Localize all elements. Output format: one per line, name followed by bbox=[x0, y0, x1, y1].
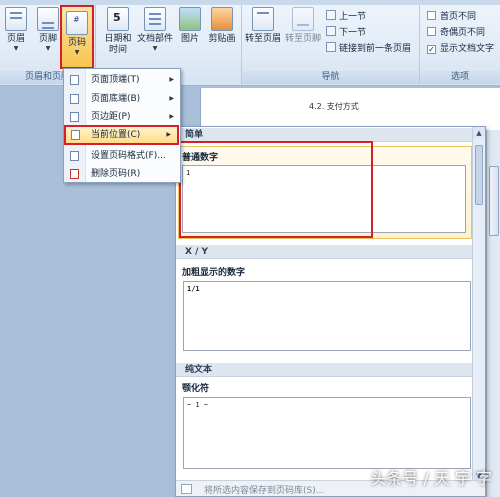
preview-text: ~ 1 ~ bbox=[187, 401, 209, 409]
menu-item-remove-page-numbers[interactable]: 删除页码(R) bbox=[65, 165, 180, 183]
date-time-label-1: 日期和 bbox=[104, 34, 132, 44]
submenu-arrow-icon: ▶ bbox=[166, 131, 171, 138]
page-number-button-label: 页码 bbox=[67, 38, 86, 48]
menu-item-page-margins[interactable]: 页边距(P) ▶ bbox=[65, 108, 180, 126]
goto-footer-icon bbox=[292, 7, 314, 31]
header-button[interactable]: 页眉 ▼ bbox=[0, 7, 32, 67]
group-options: 首页不同 奇偶页不同 ✓ 显示文档文字 选项 bbox=[420, 5, 500, 85]
category-xy: X / Y bbox=[176, 245, 485, 259]
date-time-button[interactable]: 5 日期和 时间 bbox=[100, 7, 136, 67]
odd-even-diff-checkbox[interactable]: 奇偶页不同 bbox=[427, 26, 485, 40]
gallery-item-title: 颚化符 bbox=[182, 384, 210, 394]
gallery-item-title: 加粗显示的数字 bbox=[182, 268, 246, 278]
checkbox-box bbox=[427, 11, 436, 20]
show-doc-text-label: 显示文档文字 bbox=[440, 44, 495, 54]
goto-footer-label: 转至页脚 bbox=[284, 34, 321, 44]
picture-label: 图片 bbox=[180, 34, 199, 44]
watermark: 头条号 / 天 宇 字 bbox=[370, 469, 492, 488]
page-number-menu: 页面顶端(T) ▶ 页面底端(B) ▶ 页边距(P) ▶ 当前位置(C) ▶ 设… bbox=[63, 68, 181, 183]
menu-item-current-position[interactable]: 当前位置(C) ▶ bbox=[64, 125, 179, 145]
page-bottom-icon bbox=[70, 94, 79, 104]
footer-icon bbox=[37, 7, 59, 31]
clip-art-icon bbox=[211, 7, 233, 31]
menu-item-label: 页面底端(B) bbox=[91, 94, 141, 104]
clip-art-button[interactable]: 剪贴画 bbox=[204, 7, 240, 67]
delete-icon bbox=[70, 169, 79, 179]
arrow-down-icon bbox=[326, 26, 336, 36]
save-to-gallery-label: 将所选内容保存到页码库(S)... bbox=[204, 486, 325, 496]
arrow-up-icon bbox=[326, 10, 336, 20]
goto-footer-button[interactable]: 转至页脚 bbox=[284, 7, 322, 67]
document-heading: 4.2. 支付方式 bbox=[309, 102, 359, 111]
page-number-button[interactable]: # 页码 ▼ bbox=[60, 5, 94, 69]
current-position-icon bbox=[71, 130, 80, 140]
chevron-down-icon: ▼ bbox=[152, 45, 158, 52]
link-to-previous-label: 链接到前一条页眉 bbox=[339, 44, 412, 54]
date-time-label-2: 时间 bbox=[108, 45, 127, 55]
chevron-down-icon: ▼ bbox=[13, 45, 19, 52]
document-scrollbar[interactable] bbox=[486, 130, 500, 497]
menu-item-bottom-of-page[interactable]: 页面底端(B) ▶ bbox=[65, 90, 180, 108]
next-section-button[interactable]: 下一节 bbox=[326, 26, 366, 40]
menu-item-format-page-numbers[interactable]: 设置页码格式(F)... bbox=[65, 147, 180, 165]
first-page-diff-label: 首页不同 bbox=[440, 12, 477, 22]
first-page-diff-checkbox[interactable]: 首页不同 bbox=[427, 10, 476, 24]
gallery-item-bold-number[interactable]: 1/1 bbox=[183, 281, 471, 351]
submenu-arrow-icon: ▶ bbox=[169, 76, 174, 83]
picture-button[interactable]: 图片 bbox=[176, 7, 204, 67]
prev-section-label: 上一节 bbox=[339, 12, 367, 22]
submenu-arrow-icon: ▶ bbox=[169, 113, 174, 120]
category-simple: 简单 bbox=[176, 128, 485, 142]
format-icon bbox=[70, 151, 79, 161]
menu-item-label: 当前位置(C) bbox=[91, 130, 141, 140]
gallery-scrollbar[interactable]: ▲ ▼ bbox=[472, 127, 485, 482]
menu-item-label: 设置页码格式(F)... bbox=[91, 151, 166, 161]
page-number-icon: # bbox=[66, 11, 88, 35]
menu-item-top-of-page[interactable]: 页面顶端(T) ▶ bbox=[65, 71, 180, 89]
group-title-navigation: 导航 bbox=[242, 71, 419, 84]
gallery-item-tilde[interactable]: ~ 1 ~ bbox=[183, 397, 471, 469]
save-to-gallery-icon bbox=[181, 484, 192, 494]
document-scroll-thumb[interactable] bbox=[489, 166, 499, 236]
odd-even-diff-label: 奇偶页不同 bbox=[440, 28, 486, 38]
goto-header-icon bbox=[252, 7, 274, 31]
header-button-label: 页眉 bbox=[6, 34, 25, 44]
header-icon bbox=[5, 7, 27, 31]
highlight-box bbox=[179, 141, 373, 238]
link-icon bbox=[326, 42, 336, 52]
calendar-icon: 5 bbox=[107, 7, 129, 31]
category-plain-text: 纯文本 bbox=[176, 363, 485, 377]
doc-parts-icon bbox=[144, 7, 166, 31]
checkbox-checked: ✓ bbox=[427, 45, 436, 54]
scroll-up-icon[interactable]: ▲ bbox=[473, 127, 485, 139]
gallery-scroll-thumb[interactable] bbox=[475, 145, 483, 205]
submenu-arrow-icon: ▶ bbox=[169, 95, 174, 102]
menu-item-label: 页面顶端(T) bbox=[91, 75, 140, 85]
goto-header-label: 转至页眉 bbox=[244, 34, 281, 44]
group-navigation: 转至页眉 转至页脚 上一节 下一节 链接到前一条页眉 导航 bbox=[242, 5, 420, 85]
goto-header-button[interactable]: 转至页眉 bbox=[244, 7, 282, 67]
menu-item-label: 删除页码(R) bbox=[91, 169, 141, 179]
checkbox-box bbox=[427, 27, 436, 36]
picture-icon bbox=[179, 7, 201, 31]
next-section-label: 下一节 bbox=[339, 28, 367, 38]
preview-text: 1/1 bbox=[187, 285, 200, 293]
group-title-options: 选项 bbox=[420, 71, 500, 84]
page-number-gallery: 简单 普通数字 1 X / Y 加粗显示的数字 1/1 纯文本 颚化符 ~ 1 … bbox=[175, 126, 486, 497]
show-doc-text-checkbox[interactable]: ✓ 显示文档文字 bbox=[427, 42, 494, 56]
page-top-icon bbox=[70, 75, 79, 85]
clip-art-label: 剪贴画 bbox=[208, 34, 236, 44]
prev-section-button[interactable]: 上一节 bbox=[326, 10, 366, 24]
menu-item-label: 页边距(P) bbox=[91, 112, 131, 122]
doc-parts-label: 文档部件 bbox=[136, 34, 173, 44]
doc-parts-button[interactable]: 文档部件 ▼ bbox=[136, 7, 174, 67]
chevron-down-icon: ▼ bbox=[74, 49, 80, 56]
link-to-previous-button[interactable]: 链接到前一条页眉 bbox=[326, 42, 411, 56]
page-margin-icon bbox=[70, 112, 79, 122]
